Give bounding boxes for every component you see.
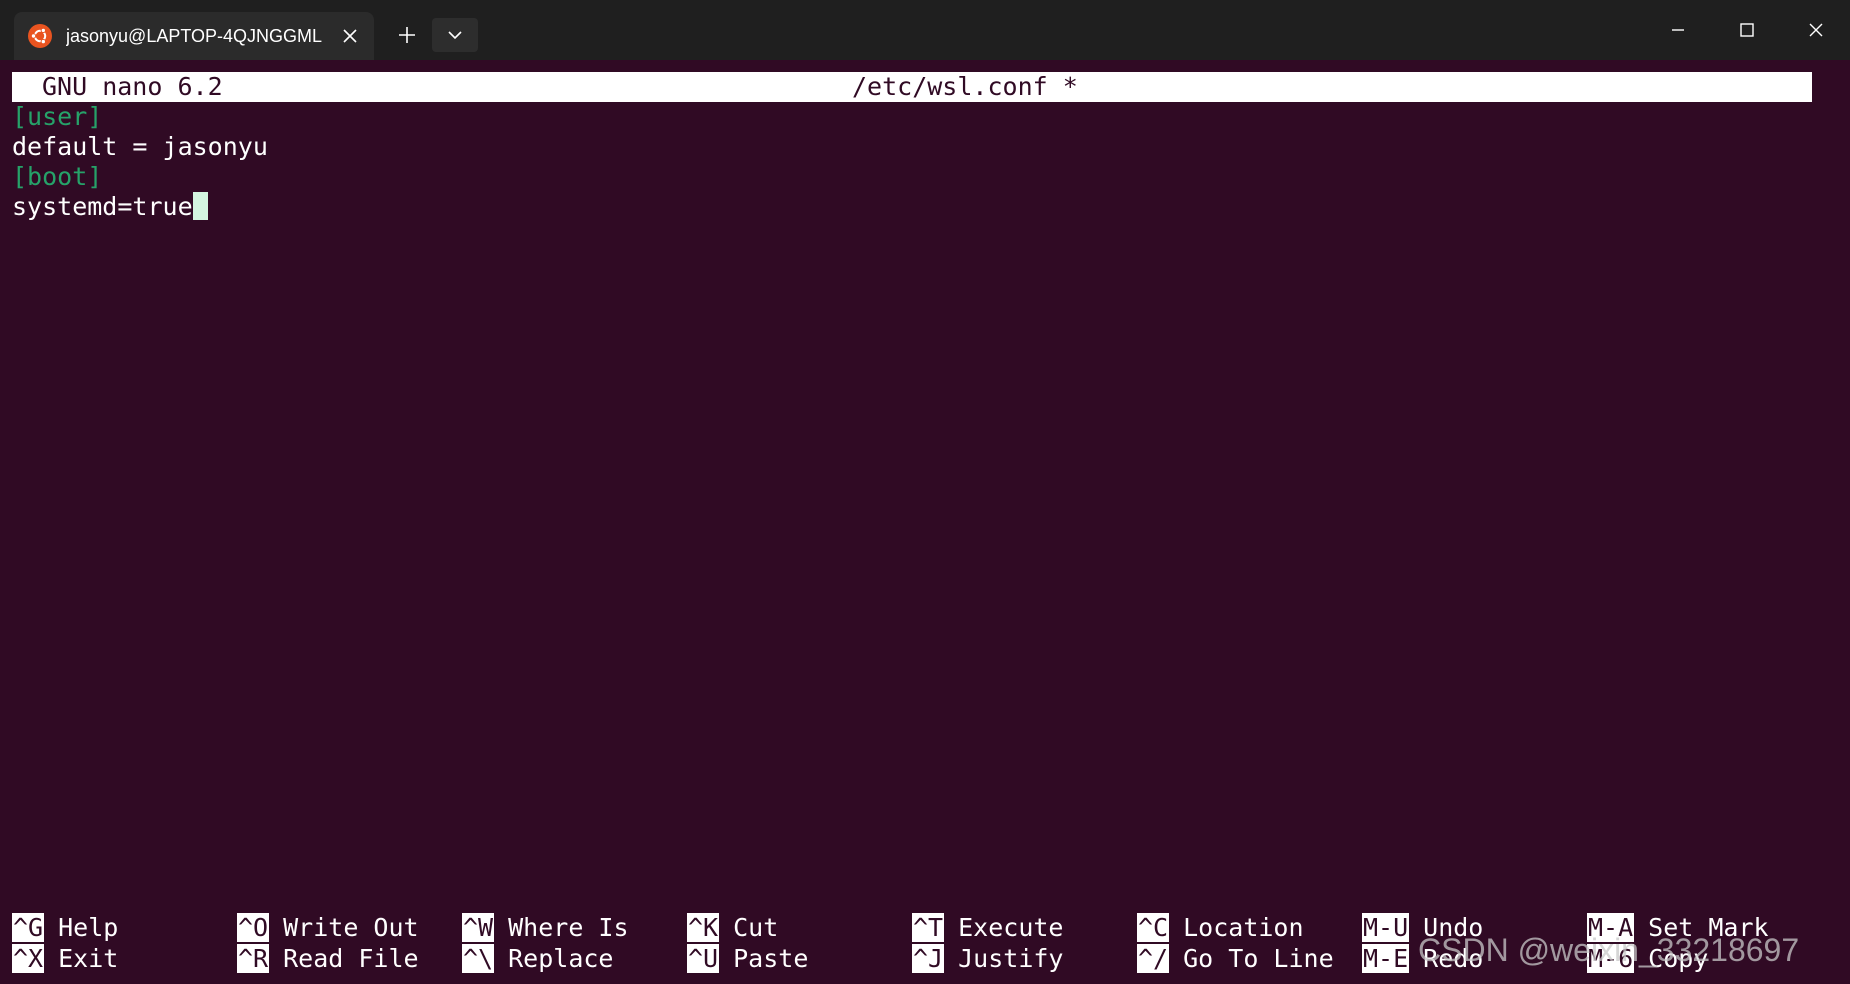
terminal-window: jasonyu@LAPTOP-4QJNGGML GNU nano 6.2 /et…	[0, 0, 1850, 984]
ubuntu-icon	[28, 24, 52, 48]
shortcut-label: Paste	[733, 944, 809, 973]
close-tab-icon[interactable]	[338, 24, 362, 48]
file-name: /etc/wsl.conf *	[852, 72, 1078, 101]
shortcut-key: ^K	[687, 913, 720, 942]
shortcut-key: ^/	[1137, 944, 1170, 973]
text-cursor	[192, 192, 208, 220]
shortcut-label: Cut	[733, 913, 779, 942]
shortcut-label: Help	[58, 913, 119, 942]
shortcut-key: ^U	[687, 944, 720, 973]
shortcut-key: ^\	[462, 944, 495, 973]
shortcut-label: Read File	[283, 944, 419, 973]
shortcut-key: M-E	[1362, 944, 1410, 973]
shortcut-label: Go To Line	[1183, 944, 1334, 973]
watermark: CSDN @weixin_33218697	[1418, 932, 1800, 968]
shortcut-location[interactable]: ^C Location	[1137, 913, 1304, 943]
shortcut-label: Location	[1183, 913, 1304, 942]
editor-line-text: systemd=true	[12, 192, 193, 221]
editor-line: [user]	[12, 102, 103, 131]
shortcut-key: ^O	[237, 913, 270, 942]
shortcut-replace[interactable]: ^\ Replace	[462, 944, 613, 974]
editor-line: systemd=true	[12, 192, 1812, 222]
shortcut-label: Execute	[958, 913, 1064, 942]
title-bar: jasonyu@LAPTOP-4QJNGGML	[0, 0, 1850, 60]
shortcut-write-out[interactable]: ^O Write Out	[237, 913, 419, 943]
shortcut-paste[interactable]: ^U Paste	[687, 944, 808, 974]
shortcut-label: Write Out	[283, 913, 419, 942]
editor-line: default = jasonyu	[12, 132, 268, 161]
shortcut-key: ^R	[237, 944, 270, 973]
shortcut-key: M-U	[1362, 913, 1410, 942]
shortcut-read-file[interactable]: ^R Read File	[237, 944, 419, 974]
shortcut-help[interactable]: ^G Help	[12, 913, 118, 943]
new-tab-button[interactable]	[390, 18, 424, 52]
shortcut-justify[interactable]: ^J Justify	[912, 944, 1063, 974]
shortcut-key: ^C	[1137, 913, 1170, 942]
close-icon[interactable]	[1800, 14, 1832, 46]
maximize-icon[interactable]	[1731, 14, 1763, 46]
terminal-tab[interactable]: jasonyu@LAPTOP-4QJNGGML	[14, 12, 374, 60]
editor-area[interactable]: [user] default = jasonyu [boot] systemd=…	[12, 102, 1812, 222]
tab-title: jasonyu@LAPTOP-4QJNGGML	[66, 26, 323, 46]
shortcut-go-to-line[interactable]: ^/ Go To Line	[1137, 944, 1334, 974]
nano-version: GNU nano 6.2	[42, 72, 223, 101]
editor-line: [boot]	[12, 162, 103, 191]
shortcut-key: ^J	[912, 944, 945, 973]
minimize-icon[interactable]	[1662, 14, 1694, 46]
shortcut-label: Where Is	[508, 913, 629, 942]
shortcut-key: ^X	[12, 944, 45, 973]
shortcut-label: Justify	[958, 944, 1064, 973]
shortcut-where-is[interactable]: ^W Where Is	[462, 913, 629, 943]
nano-title-bar: GNU nano 6.2 /etc/wsl.conf *	[12, 72, 1812, 102]
shortcut-key: ^G	[12, 913, 45, 942]
shortcut-execute[interactable]: ^T Execute	[912, 913, 1063, 943]
shortcut-label: Exit	[58, 944, 119, 973]
shortcut-exit[interactable]: ^X Exit	[12, 944, 118, 974]
shortcut-key: ^W	[462, 913, 495, 942]
chevron-down-icon[interactable]	[432, 18, 478, 52]
shortcut-cut[interactable]: ^K Cut	[687, 913, 778, 943]
shortcut-label: Replace	[508, 944, 614, 973]
shortcut-key: ^T	[912, 913, 945, 942]
